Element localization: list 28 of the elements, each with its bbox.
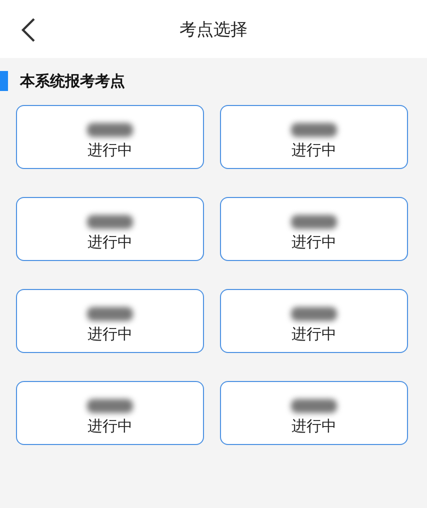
exam-site-card[interactable]: 进行中: [16, 105, 204, 169]
section-title: 本系统报考考点: [20, 72, 125, 90]
exam-site-card[interactable]: 进行中: [220, 381, 408, 445]
status-label: 进行中: [88, 141, 132, 160]
status-label: 进行中: [88, 417, 132, 436]
blurred-name: [291, 307, 337, 321]
status-label: 进行中: [292, 141, 336, 160]
blurred-name: [291, 123, 337, 137]
page-title: 考点选择: [180, 18, 248, 40]
status-label: 进行中: [292, 233, 336, 252]
status-label: 进行中: [88, 325, 132, 344]
exam-site-card[interactable]: 进行中: [220, 105, 408, 169]
status-label: 进行中: [292, 417, 336, 436]
exam-site-card[interactable]: 进行中: [220, 289, 408, 353]
exam-site-card[interactable]: 进行中: [220, 197, 408, 261]
blurred-name: [291, 215, 337, 229]
section-marker: [0, 71, 8, 91]
exam-site-card[interactable]: 进行中: [16, 197, 204, 261]
blurred-name: [87, 399, 133, 413]
blurred-name: [87, 307, 133, 321]
exam-site-card[interactable]: 进行中: [16, 381, 204, 445]
exam-site-card[interactable]: 进行中: [16, 289, 204, 353]
blurred-name: [87, 123, 133, 137]
blurred-name: [87, 215, 133, 229]
back-icon[interactable]: [20, 17, 36, 43]
blurred-name: [291, 399, 337, 413]
status-label: 进行中: [292, 325, 336, 344]
status-label: 进行中: [88, 233, 132, 252]
